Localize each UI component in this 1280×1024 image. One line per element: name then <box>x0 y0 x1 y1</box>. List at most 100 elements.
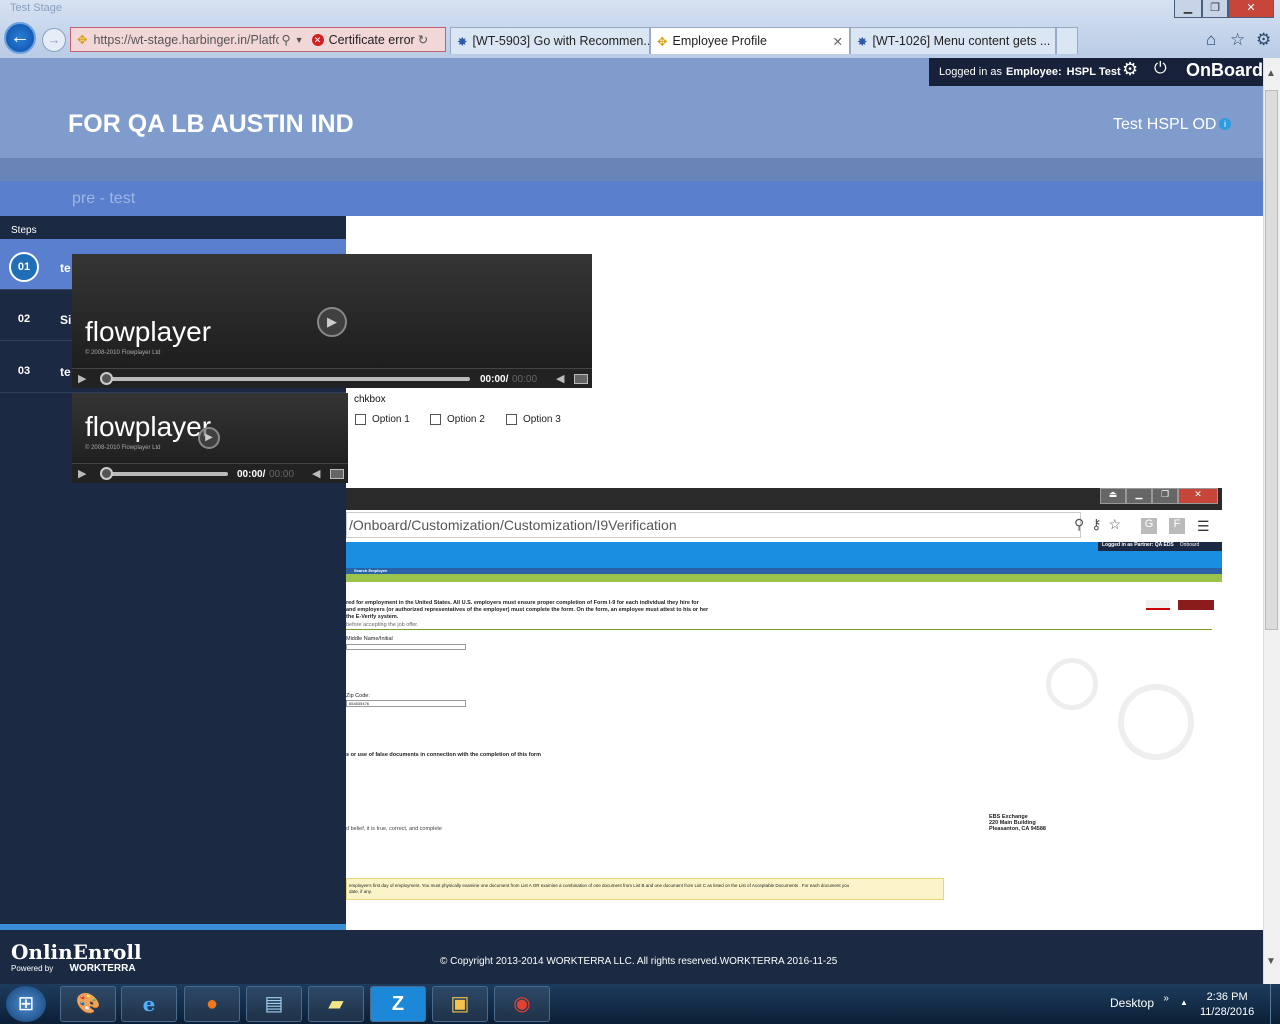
player-copyright: © 2008-2010 Flowplayer Ltd <box>85 445 161 451</box>
logged-in-prefix: Logged in as <box>939 66 1002 78</box>
emb-notice-box: employee's first day of employment. You … <box>346 878 944 900</box>
power-icon[interactable]: ⏻ <box>1154 60 1167 78</box>
scroll-down-icon[interactable]: ▼ <box>1266 956 1276 967</box>
restore-button[interactable]: ❐ <box>1202 0 1228 18</box>
emb-f-icon: F <box>1169 518 1185 534</box>
cert-error-icon: ✕ <box>311 33 324 46</box>
emb-nav-item: Search Employee <box>354 568 388 573</box>
search-icon[interactable]: ⚲ <box>281 32 290 47</box>
dropdown-icon[interactable]: ▼ <box>295 35 304 45</box>
option-1-checkbox[interactable]: Option 1 <box>355 414 410 425</box>
tab-employee-profile[interactable]: ✥ Employee Profile ✕ <box>650 27 850 54</box>
fullscreen-icon[interactable] <box>330 469 344 479</box>
player-controls: ▶ 00:00/ 00:00 ◀ <box>72 463 348 483</box>
play-icon[interactable]: ▶ <box>78 467 86 480</box>
video-player[interactable]: flowplayer © 2008-2010 Flowplayer Ltd ▶ … <box>72 393 348 483</box>
minimize-button[interactable]: ▁ <box>1174 0 1202 18</box>
emb-warning: s or use of false documents in connectio… <box>346 752 541 758</box>
refresh-icon[interactable]: ↻ <box>418 32 428 47</box>
play-icon[interactable]: ▶ <box>78 372 86 385</box>
option-3-checkbox[interactable]: Option 3 <box>506 414 561 425</box>
play-overlay-icon[interactable]: ▶ <box>198 427 220 449</box>
desktop-toolbar[interactable]: Desktop » <box>1110 993 1169 1010</box>
time-display: 00:00/ <box>237 469 266 480</box>
favorites-icon[interactable]: ☆ <box>1230 30 1245 50</box>
embedded-screenshot: ⏏ ▁ ❐ ✕ /Onboard/Customization/Customiza… <box>346 488 1222 928</box>
volume-icon[interactable]: ◀ <box>556 372 564 385</box>
play-overlay-icon[interactable]: ▶ <box>317 307 347 337</box>
chevron-icon[interactable]: » <box>1163 993 1169 1004</box>
address-bar[interactable]: ✥ https://wt-stage.harbinger.in/Platfo ⚲… <box>70 27 446 52</box>
flowplayer-logo: flowplayer <box>85 411 212 442</box>
emb-g-icon: G <box>1141 518 1157 534</box>
step-number: 01 <box>9 252 39 282</box>
settings-gear-icon[interactable]: ⚙ <box>1122 59 1138 80</box>
clock-date: 11/28/2016 <box>1200 1006 1255 1018</box>
tools-icon[interactable]: ⚙ <box>1256 30 1271 50</box>
taskbar-ie-icon[interactable]: e <box>121 986 177 1022</box>
player-controls: ▶ 00:00/ 00:00 ◀ <box>72 368 592 388</box>
tray-arrow-icon[interactable]: ▲ <box>1180 998 1188 1007</box>
scrubber-handle[interactable] <box>100 372 113 385</box>
duration-display: 00:00 <box>269 469 295 480</box>
step-name: Si <box>60 313 72 327</box>
start-button[interactable]: ⊞ <box>6 986 46 1022</box>
taskbar-sticky-notes-icon[interactable]: ▰ <box>308 986 364 1022</box>
logged-user: HSPL Test <box>1066 66 1121 78</box>
emb-middle-name-label: Middle Name/Initial <box>346 636 393 642</box>
show-desktop-button[interactable] <box>1270 984 1280 1024</box>
embedded-toolbar-icons: ⚲⚷☆ <box>1074 516 1129 532</box>
close-button[interactable]: ✕ <box>1228 0 1274 18</box>
emb-belief: d belief, it is true, correct, and compl… <box>346 826 442 832</box>
cert-error-label[interactable]: Certificate error <box>329 33 415 47</box>
option-label: Option 2 <box>447 414 485 425</box>
taskbar-notes-icon[interactable]: ▤ <box>246 986 302 1022</box>
embedded-ext-icons: G F ☰ <box>1141 518 1210 535</box>
checkbox[interactable] <box>506 414 517 425</box>
emb-minimize-icon: ▁ <box>1126 488 1152 504</box>
scrubber-track[interactable] <box>102 472 228 476</box>
flowplayer-logo: flowplayer <box>85 316 212 347</box>
tab-label: [WT-1026] Menu content gets ... <box>872 34 1051 48</box>
fullscreen-icon[interactable] <box>574 374 588 384</box>
scrubber-track[interactable] <box>102 377 470 381</box>
tab-label: Employee Profile <box>672 34 767 48</box>
emb-middle-name-field <box>346 644 466 650</box>
checkbox[interactable] <box>355 414 366 425</box>
option-2-checkbox[interactable]: Option 2 <box>430 414 485 425</box>
home-icon[interactable]: ⌂ <box>1206 30 1216 50</box>
info-icon[interactable]: i <box>1219 118 1231 130</box>
employee-name[interactable]: Test HSPL OD <box>1113 116 1216 134</box>
system-clock[interactable]: 2:36 PM 11/28/2016 <box>1200 990 1254 1020</box>
everify-logo <box>1146 600 1170 610</box>
scrubber-handle[interactable] <box>100 467 113 480</box>
emb-address-line: Pleasanton, CA 94588 <box>989 826 1046 832</box>
taskbar-chrome-icon[interactable]: ◉ <box>494 986 550 1022</box>
checkbox[interactable] <box>430 414 441 425</box>
jira-icon: ✸ <box>857 34 868 49</box>
taskbar-explorer-icon[interactable]: ▣ <box>432 986 488 1022</box>
step-name: te <box>60 261 71 275</box>
volume-icon[interactable]: ◀ <box>312 467 320 480</box>
taskbar-z-icon[interactable]: Z <box>370 986 426 1022</box>
step-number: 03 <box>17 365 31 377</box>
video-player[interactable]: flowplayer © 2008-2010 Flowplayer Ltd ▶ … <box>72 254 592 388</box>
tab-wt-5903[interactable]: ✸ [WT-5903] Go with Recommen... <box>450 27 650 54</box>
scrollbar-thumb[interactable] <box>1265 90 1278 630</box>
emb-text-3: the E-Verify system. <box>346 614 399 620</box>
scroll-up-icon[interactable]: ▲ <box>1266 68 1276 79</box>
taskbar-paint-icon[interactable]: 🎨 <box>60 986 116 1022</box>
brand-onboard: OnBoard <box>1186 60 1264 80</box>
tab-wt-1026[interactable]: ✸ [WT-1026] Menu content gets ... <box>850 27 1056 54</box>
tab-close-icon[interactable]: ✕ <box>833 34 843 49</box>
forward-arrow-icon: → <box>47 32 61 47</box>
forward-button[interactable]: → <box>42 28 66 52</box>
taskbar-firefox-icon[interactable]: ● <box>184 986 240 1022</box>
embedded-url: /Onboard/Customization/Customization/I9V… <box>346 512 1081 538</box>
company-title: FOR QA LB AUSTIN IND <box>68 110 354 138</box>
back-button[interactable]: ← <box>4 22 36 54</box>
subnav-bar <box>0 181 1263 216</box>
emb-divider <box>346 629 1212 630</box>
new-tab-button[interactable] <box>1056 27 1078 54</box>
checkbox-group-label: chkbox <box>354 394 386 405</box>
